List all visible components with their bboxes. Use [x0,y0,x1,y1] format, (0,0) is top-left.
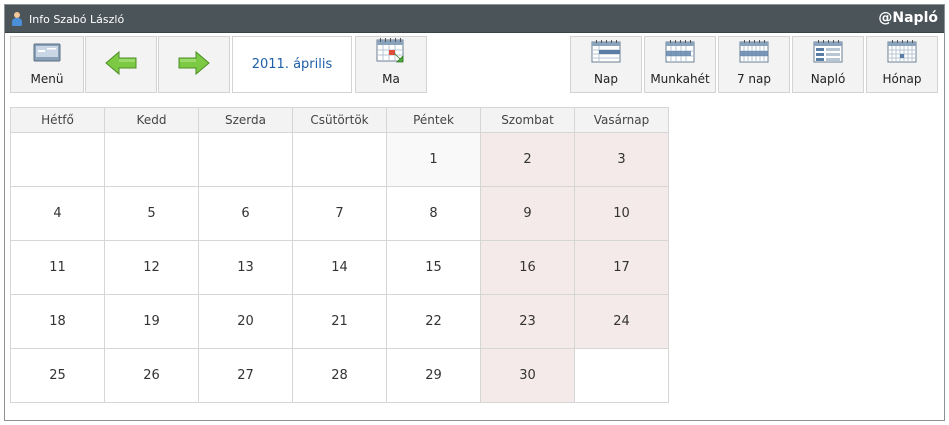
calendar-journal-icon [813,39,843,66]
week-row: 18 19 20 21 22 23 24 [10,294,669,349]
app-title: @Napló [878,10,938,26]
day-cell[interactable]: 23 [480,294,575,349]
calendar-month-icon [887,39,917,66]
user-name: Info Szabó László [29,12,125,26]
weekday-header: Szerda [198,107,293,133]
view-day-label: Nap [594,72,618,86]
day-cell[interactable]: 16 [480,240,575,295]
day-cell[interactable]: 19 [104,294,199,349]
day-cell[interactable]: 12 [104,240,199,295]
day-cell[interactable]: 27 [198,348,293,403]
view-month-button[interactable]: Hónap [866,36,938,93]
day-cell[interactable]: 28 [292,348,387,403]
view-journal-button[interactable]: Napló [792,36,864,93]
view-journal-label: Napló [810,72,846,86]
menu-icon [33,43,61,66]
calendar-week-icon [739,39,769,66]
view-workweek-button[interactable]: Munkahét [644,36,716,93]
day-cell[interactable]: 22 [386,294,481,349]
day-cell[interactable]: 29 [386,348,481,403]
week-row: 11 12 13 14 15 16 17 [10,240,669,295]
menu-label: Menü [30,72,64,86]
view-7days-button[interactable]: 7 nap [718,36,790,93]
day-cell[interactable]: 30 [480,348,575,403]
day-cell[interactable]: 21 [292,294,387,349]
day-cell [104,132,199,187]
day-cell[interactable]: 20 [198,294,293,349]
weekday-header: Péntek [386,107,481,133]
day-cell[interactable]: 18 [10,294,105,349]
week-row: 4 5 6 7 8 9 10 [10,186,669,241]
week-row: 1 2 3 [10,132,669,187]
user-info[interactable]: Info Szabó László [11,11,124,27]
view-month-label: Hónap [882,72,922,86]
day-cell [574,348,669,403]
user-icon [11,11,23,27]
view-7days-label: 7 nap [736,72,772,86]
day-cell[interactable]: 14 [292,240,387,295]
day-cell[interactable]: 15 [386,240,481,295]
day-cell[interactable]: 6 [198,186,293,241]
calendar-today-icon [376,37,406,66]
arrow-right-icon [177,50,211,79]
day-cell[interactable]: 26 [104,348,199,403]
prev-button[interactable] [85,36,157,93]
menu-button[interactable]: Menü [10,36,84,93]
day-cell[interactable]: 8 [386,186,481,241]
day-cell[interactable]: 10 [574,186,669,241]
weekday-header-row: Hétfő Kedd Szerda Csütörtök Péntek Szomb… [10,107,669,133]
view-day-button[interactable]: Nap [570,36,642,93]
arrow-left-icon [104,50,138,79]
day-cell[interactable]: 1 [386,132,481,187]
day-cell[interactable]: 7 [292,186,387,241]
weekday-header: Vasárnap [574,107,669,133]
day-cell[interactable]: 3 [574,132,669,187]
day-cell[interactable]: 25 [10,348,105,403]
title-bar: Info Szabó László @Napló [5,5,944,33]
next-button[interactable] [158,36,230,93]
month-calendar-grid: Hétfő Kedd Szerda Csütörtök Péntek Szomb… [10,107,669,403]
day-cell[interactable]: 24 [574,294,669,349]
current-month-label[interactable]: 2011. április [232,36,352,93]
day-cell [198,132,293,187]
day-cell [292,132,387,187]
today-button[interactable]: Ma [355,36,427,93]
today-label: Ma [382,72,400,86]
weekday-header: Kedd [104,107,199,133]
day-cell[interactable]: 17 [574,240,669,295]
weekday-header: Csütörtök [292,107,387,133]
day-cell[interactable]: 2 [480,132,575,187]
week-row: 25 26 27 28 29 30 [10,348,669,403]
day-cell[interactable]: 9 [480,186,575,241]
weekday-header: Szombat [480,107,575,133]
day-cell[interactable]: 11 [10,240,105,295]
day-cell[interactable]: 5 [104,186,199,241]
calendar-workweek-icon [665,39,695,66]
weekday-header: Hétfő [10,107,105,133]
view-workweek-label: Munkahét [650,72,710,86]
day-cell[interactable]: 13 [198,240,293,295]
calendar-day-icon [591,39,621,66]
day-cell [10,132,105,187]
day-cell[interactable]: 4 [10,186,105,241]
